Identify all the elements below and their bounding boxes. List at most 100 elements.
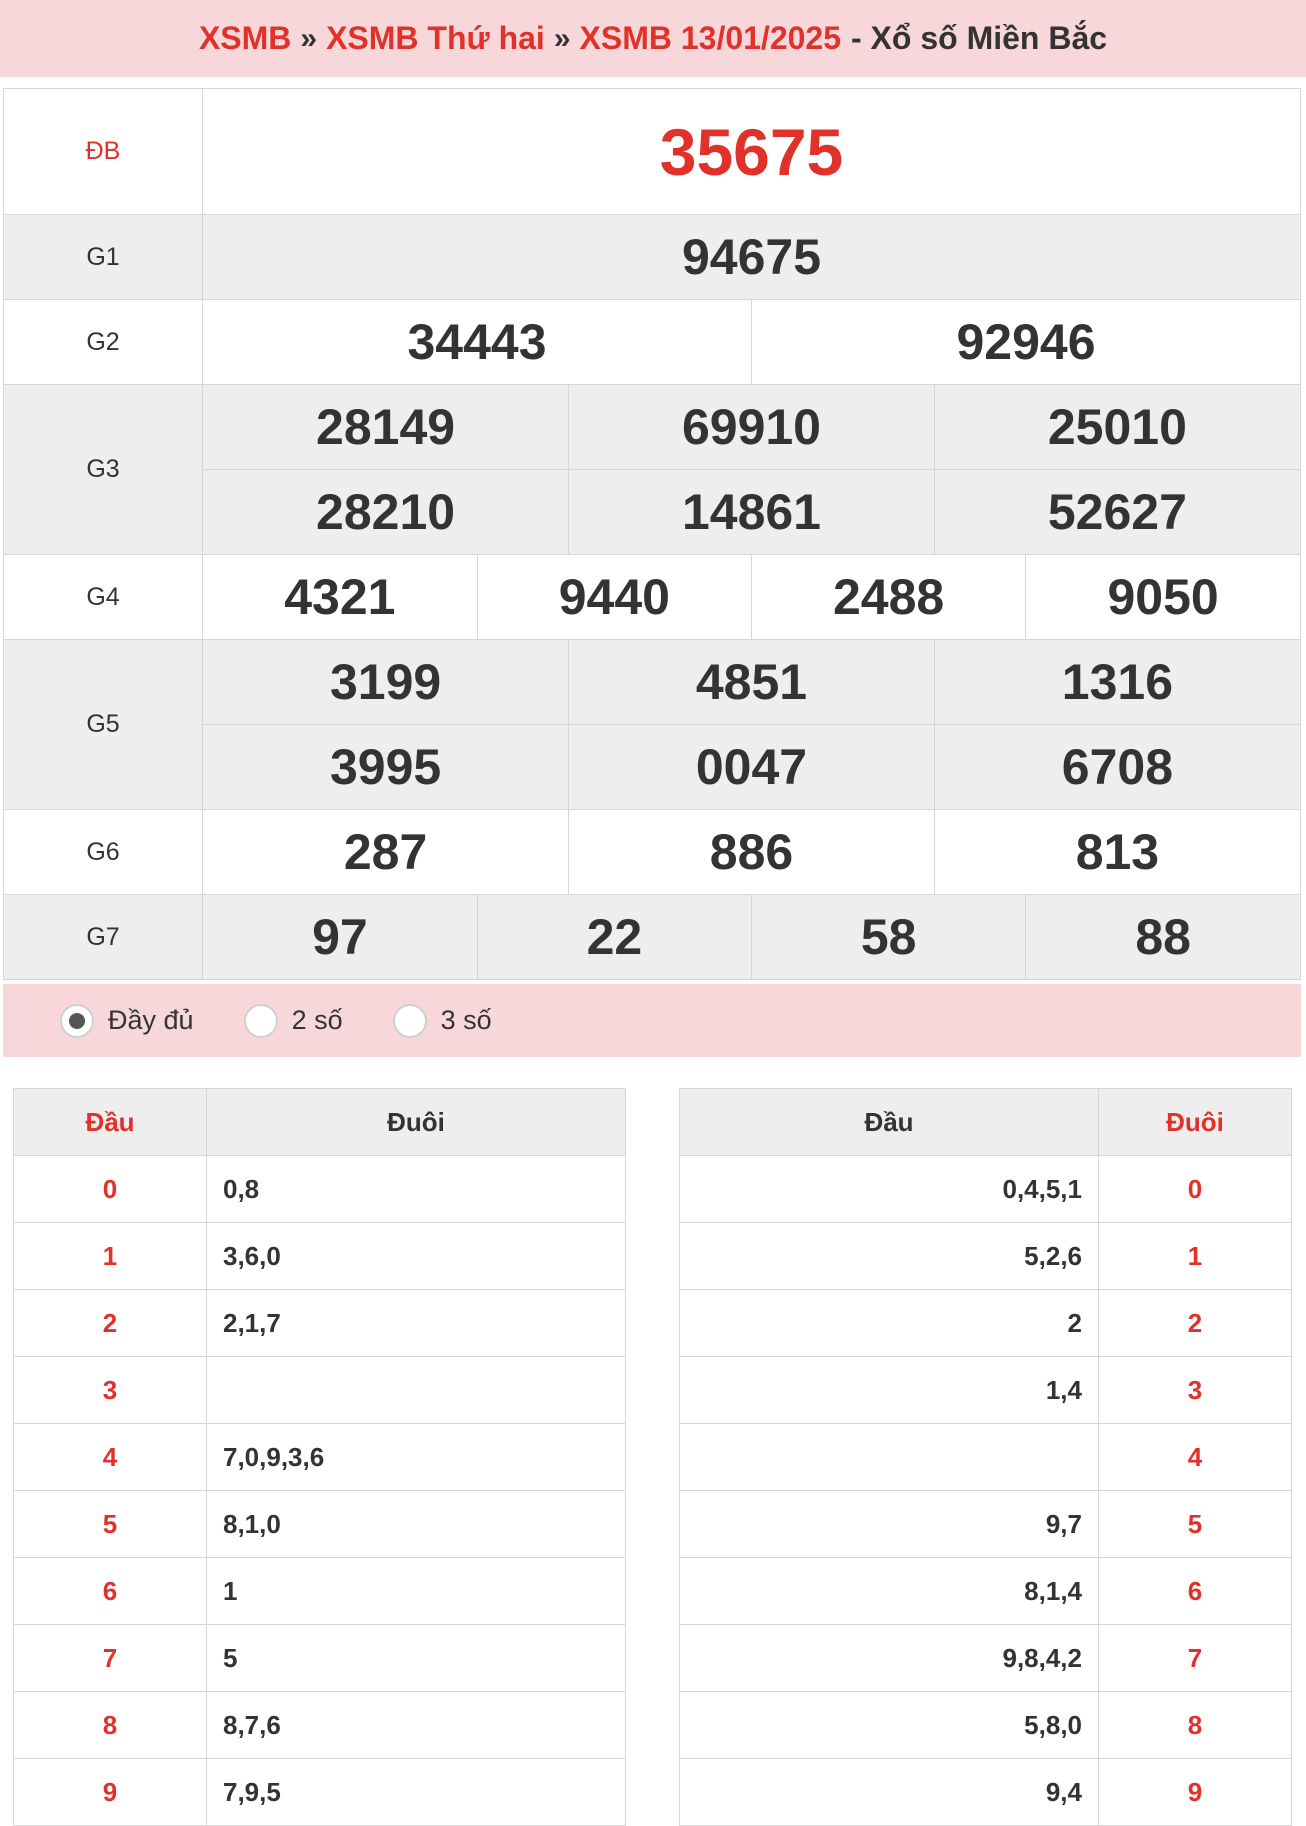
prize-row-g4: G4 4321 9440 2488 9050 bbox=[3, 554, 1301, 640]
table-header: Đầu Đuôi bbox=[679, 1088, 1292, 1156]
option-two-digits[interactable]: 2 số bbox=[243, 1003, 343, 1038]
prize-number: 3995 bbox=[329, 739, 442, 795]
tail-digit: 6 bbox=[1098, 1557, 1292, 1625]
table-row: 8 8,7,6 bbox=[13, 1691, 626, 1759]
prize-number: 28210 bbox=[316, 484, 456, 540]
head-digits: 9,8,4,2 bbox=[679, 1624, 1099, 1692]
display-options: Đầy đủ 2 số 3 số bbox=[3, 984, 1301, 1057]
table-row: 1,4 3 bbox=[679, 1356, 1292, 1424]
tail-digit: 0 bbox=[1098, 1155, 1292, 1223]
option-label: 2 số bbox=[291, 1005, 343, 1035]
breadcrumb-link-xsmb[interactable]: XSMB bbox=[199, 20, 291, 57]
breadcrumb-separator-icon: » bbox=[553, 21, 571, 55]
prize-label: G4 bbox=[3, 554, 203, 640]
tail-digit: 4 bbox=[1098, 1423, 1292, 1491]
head-digits: 5,2,6 bbox=[679, 1222, 1099, 1290]
prize-row-g5: G5 3199 4851 1316 3995 0047 6708 bbox=[3, 639, 1301, 810]
tail-digit: 8 bbox=[1098, 1691, 1292, 1759]
prize-number: 94675 bbox=[681, 229, 822, 285]
prize-label: G7 bbox=[3, 894, 203, 980]
tail-digit: 7 bbox=[1098, 1624, 1292, 1692]
tail-digits bbox=[206, 1356, 626, 1424]
head-digit: 6 bbox=[13, 1557, 207, 1625]
head-digit: 0 bbox=[13, 1155, 207, 1223]
prize-number: 886 bbox=[709, 824, 794, 880]
head-digits: 8,1,4 bbox=[679, 1557, 1099, 1625]
head-digit: 9 bbox=[13, 1758, 207, 1826]
head-digit: 7 bbox=[13, 1624, 207, 1692]
column-header-head: Đầu bbox=[679, 1088, 1099, 1156]
table-row: 75 bbox=[13, 1624, 626, 1692]
tail-digits: 8,7,6 bbox=[206, 1691, 626, 1759]
tail-digit: 1 bbox=[1098, 1222, 1292, 1290]
radio-unchecked-icon[interactable] bbox=[243, 1003, 278, 1038]
option-full[interactable]: Đầy đủ bbox=[60, 1003, 194, 1038]
tail-digit: 2 bbox=[1098, 1289, 1292, 1357]
table-row: 9,4 9 bbox=[679, 1758, 1292, 1826]
tail-digits: 7,9,5 bbox=[206, 1758, 626, 1826]
special-prize-number: 35675 bbox=[659, 114, 844, 189]
column-header-head: Đầu bbox=[13, 1088, 207, 1156]
table-row: 9 7,9,5 bbox=[13, 1758, 626, 1826]
table-row: 4 7,0,9,3,6 bbox=[13, 1423, 626, 1491]
option-three-digits[interactable]: 3 số bbox=[392, 1003, 492, 1038]
tail-digits: 1 bbox=[206, 1557, 626, 1625]
prize-number: 4321 bbox=[284, 569, 396, 625]
tail-digits: 3,6,0 bbox=[206, 1222, 626, 1290]
prize-number: 92946 bbox=[956, 314, 1096, 370]
prize-label: G6 bbox=[3, 809, 203, 895]
head-digits: 0,4,5,1 bbox=[679, 1155, 1099, 1223]
tail-digits: 7,0,9,3,6 bbox=[206, 1423, 626, 1491]
prize-number: 813 bbox=[1075, 824, 1160, 880]
table-row: 2 2,1,7 bbox=[13, 1289, 626, 1357]
prize-number: 9050 bbox=[1107, 569, 1219, 625]
prize-number: 6708 bbox=[1061, 739, 1174, 795]
head-digits: 5,8,0 bbox=[679, 1691, 1099, 1759]
breadcrumb-link-date[interactable]: XSMB 13/01/2025 bbox=[580, 20, 842, 57]
table-row: 0,4,5,1 0 bbox=[679, 1155, 1292, 1223]
table-row: 61 bbox=[13, 1557, 626, 1625]
head-digit: 3 bbox=[13, 1356, 207, 1424]
prize-label: G1 bbox=[3, 214, 203, 300]
table-row: 0 0,8 bbox=[13, 1155, 626, 1223]
tail-digits: 2,1,7 bbox=[206, 1289, 626, 1357]
head-digit: 5 bbox=[13, 1490, 207, 1558]
prize-label: G2 bbox=[3, 299, 203, 385]
table-row: 4 bbox=[679, 1423, 1292, 1491]
prize-number: 25010 bbox=[1047, 399, 1187, 455]
tail-digit: 9 bbox=[1098, 1758, 1292, 1826]
loto-head-table: Đầu Đuôi 0 0,8 1 3,6,0 2 2,1,7 3 4 7,0,9,3,6… bbox=[13, 1088, 626, 1826]
table-row: 5,2,6 1 bbox=[679, 1222, 1292, 1290]
head-digit: 1 bbox=[13, 1222, 207, 1290]
breadcrumb-link-weekday[interactable]: XSMB Thứ hai bbox=[326, 20, 545, 57]
prize-number: 28149 bbox=[316, 399, 456, 455]
prize-number: 287 bbox=[343, 824, 428, 880]
prize-row-g6: G6 287 886 813 bbox=[3, 809, 1301, 895]
column-header-tail: Đuôi bbox=[206, 1088, 626, 1156]
head-digit: 8 bbox=[13, 1691, 207, 1759]
prize-number: 52627 bbox=[1047, 484, 1187, 540]
page-title: - Xổ số Miền Bắc bbox=[851, 20, 1108, 56]
prize-number: 69910 bbox=[681, 399, 821, 455]
tail-digits: 8,1,0 bbox=[206, 1490, 626, 1558]
radio-checked-icon[interactable] bbox=[60, 1003, 94, 1038]
tail-digits: 5 bbox=[206, 1624, 626, 1692]
prize-number: 0047 bbox=[695, 739, 808, 795]
option-label: Đầy đủ bbox=[108, 1005, 194, 1035]
prize-number: 97 bbox=[312, 909, 368, 965]
option-label: 3 số bbox=[440, 1005, 492, 1035]
tail-digits: 0,8 bbox=[206, 1155, 626, 1223]
radio-unchecked-icon[interactable] bbox=[392, 1003, 427, 1038]
tail-digit: 3 bbox=[1098, 1356, 1292, 1424]
results-table: ĐB 35675 G1 94675 G2 34443 92946 G3 2814… bbox=[3, 88, 1301, 980]
prize-number: 2488 bbox=[833, 569, 945, 625]
prize-row-db: ĐB 35675 bbox=[3, 88, 1301, 215]
breadcrumb-separator-icon: » bbox=[300, 21, 318, 55]
head-digits: 9,4 bbox=[679, 1758, 1099, 1826]
prize-number: 88 bbox=[1135, 909, 1191, 965]
head-digits bbox=[679, 1423, 1099, 1491]
prize-row-g7: G7 97 22 58 88 bbox=[3, 894, 1301, 980]
table-header: Đầu Đuôi bbox=[13, 1088, 626, 1156]
prize-label: G3 bbox=[3, 384, 203, 555]
table-row: 5 8,1,0 bbox=[13, 1490, 626, 1558]
